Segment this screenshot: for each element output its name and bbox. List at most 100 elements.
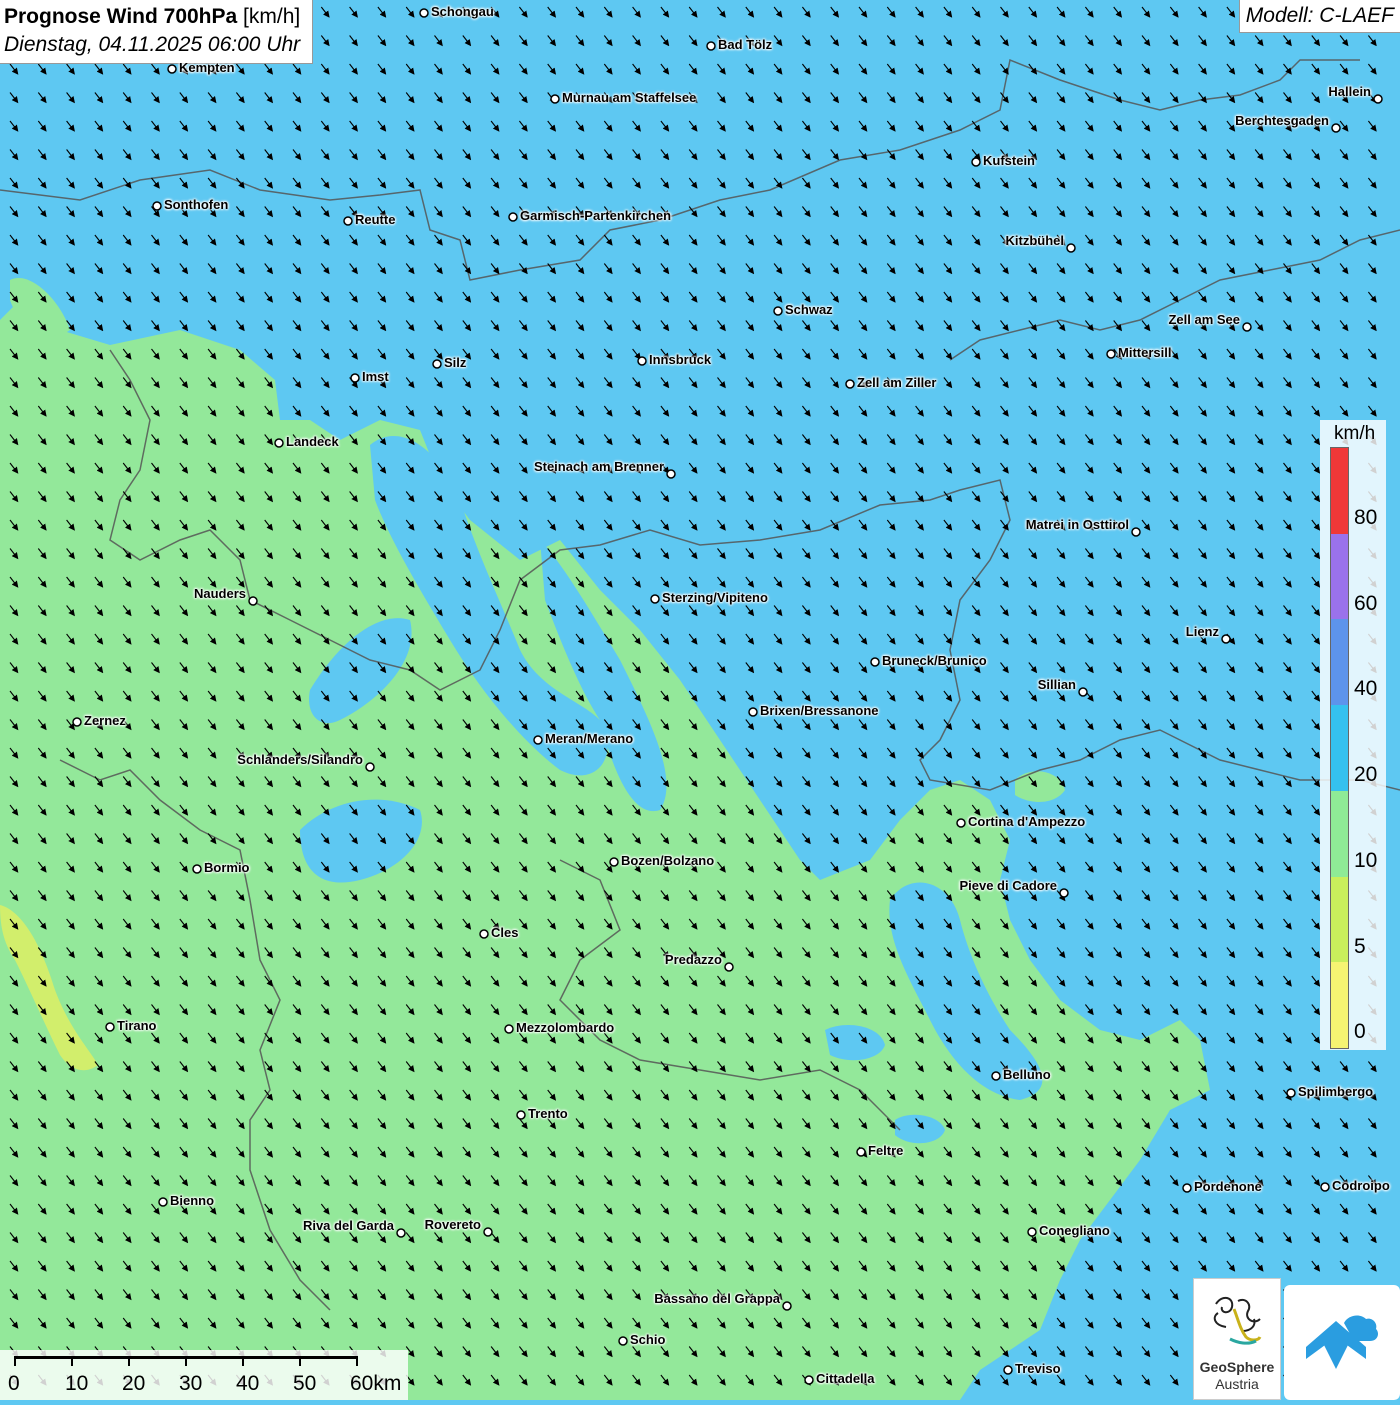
city-dot bbox=[350, 373, 360, 383]
city-dot bbox=[1078, 687, 1088, 697]
city-dot bbox=[1242, 322, 1252, 332]
city-label: Trento bbox=[528, 1106, 568, 1121]
city-dot bbox=[637, 356, 647, 366]
city-label: Murnau am Staffelsee bbox=[562, 90, 697, 105]
scale-label: 0 bbox=[8, 1372, 20, 1395]
city-dot bbox=[248, 596, 258, 606]
legend-color-bar bbox=[1330, 447, 1349, 1049]
city-label: Pieve di Cadore bbox=[959, 878, 1057, 893]
city-dot bbox=[1320, 1182, 1330, 1192]
city-label: Sonthofen bbox=[164, 197, 229, 212]
legend-label: 80 bbox=[1354, 506, 1378, 529]
city-label: Riva del Garda bbox=[302, 1218, 394, 1233]
legend-label: 40 bbox=[1354, 677, 1378, 701]
legend-swatch bbox=[1331, 790, 1348, 877]
city-dot bbox=[504, 1024, 514, 1034]
city-label: Rovereto bbox=[424, 1217, 481, 1232]
city-dot bbox=[856, 1147, 866, 1157]
city-label: Kempten bbox=[179, 60, 235, 75]
city-dot bbox=[609, 857, 619, 867]
city-label: Cittadella bbox=[816, 1371, 875, 1386]
city-label: Zell am See bbox=[1168, 312, 1240, 327]
city-label: Predazzo bbox=[664, 952, 722, 967]
city-label: Silz bbox=[444, 355, 467, 370]
city-dot bbox=[274, 438, 284, 448]
city-dot bbox=[508, 212, 518, 222]
city-dot bbox=[650, 594, 660, 604]
city-label: Berchtesgaden bbox=[1235, 113, 1329, 128]
city-dot bbox=[479, 929, 489, 939]
city-label: Pordenone bbox=[1194, 1179, 1262, 1194]
city-dot bbox=[419, 8, 429, 18]
weather-app-icon bbox=[1306, 1315, 1378, 1369]
city-label: Lienz bbox=[1185, 624, 1219, 639]
city-dot bbox=[1182, 1183, 1192, 1193]
map-title-unit: [km/h] bbox=[243, 5, 301, 28]
city-label: Mittersill bbox=[1118, 345, 1172, 360]
legend-swatch bbox=[1331, 962, 1348, 1048]
city-label: Hallein bbox=[1328, 84, 1371, 99]
city-dot bbox=[1373, 94, 1383, 104]
city-dot bbox=[483, 1227, 493, 1237]
legend-swatch bbox=[1331, 705, 1348, 791]
city-label: Spilimbergo bbox=[1298, 1084, 1374, 1099]
city-label: Codroipo bbox=[1332, 1178, 1390, 1193]
legend-swatch bbox=[1331, 619, 1348, 706]
city-label: Zernez bbox=[84, 713, 126, 728]
city-dot bbox=[158, 1197, 168, 1207]
legend-unit: km/h bbox=[1334, 423, 1376, 444]
city-label: Sterzing/Vipiteno bbox=[662, 590, 768, 605]
geosphere-logo-line1: GeoSphere bbox=[1199, 1359, 1275, 1375]
city-dot bbox=[804, 1375, 814, 1385]
legend-label: 0 bbox=[1354, 1020, 1366, 1044]
model-label: Modell: C-LAEF bbox=[1238, 0, 1400, 33]
city-label: Mezzolombardo bbox=[516, 1020, 615, 1035]
city-label: Meran/Merano bbox=[545, 731, 634, 746]
city-label: Schwaz bbox=[785, 302, 833, 317]
city-dot bbox=[152, 201, 162, 211]
city-label: Kufstein bbox=[983, 153, 1035, 168]
legend-swatch bbox=[1331, 533, 1348, 620]
city-label: Nauders bbox=[193, 586, 246, 601]
scale-label: 10 bbox=[65, 1372, 89, 1395]
legend-swatch bbox=[1331, 448, 1348, 534]
geosphere-emblem-icon bbox=[1213, 1296, 1262, 1345]
city-label: Belluno bbox=[1003, 1067, 1051, 1082]
geosphere-austria-logo[interactable]: GeoSphere Austria bbox=[1193, 1278, 1281, 1400]
city-dot bbox=[365, 762, 375, 772]
city-label: Imst bbox=[362, 369, 389, 384]
scale-label: 60km bbox=[350, 1372, 402, 1395]
scale-label: 20 bbox=[122, 1372, 146, 1395]
scale-label: 50 bbox=[293, 1372, 317, 1395]
city-dot bbox=[1106, 349, 1116, 359]
legend-label: 5 bbox=[1354, 934, 1366, 958]
city-dot bbox=[1003, 1365, 1013, 1375]
city-label: Cortina d'Ampezzo bbox=[968, 814, 1086, 829]
city-dot bbox=[550, 94, 560, 104]
city-dot bbox=[706, 41, 716, 51]
city-label: Conegliano bbox=[1039, 1223, 1110, 1238]
city-label: Treviso bbox=[1015, 1361, 1061, 1376]
weather-app-logo[interactable] bbox=[1284, 1285, 1400, 1400]
city-label: Cles bbox=[491, 925, 519, 940]
city-label: Zell am Ziller bbox=[857, 375, 937, 390]
city-dot bbox=[666, 469, 676, 479]
city-dot bbox=[432, 359, 442, 369]
city-dot bbox=[991, 1071, 1001, 1081]
legend-label: 20 bbox=[1354, 763, 1378, 787]
scale-label: 30 bbox=[179, 1372, 203, 1395]
city-dot bbox=[72, 717, 82, 727]
city-dot bbox=[396, 1228, 406, 1238]
city-label: Steinach am Brenner bbox=[533, 459, 664, 474]
legend-label: 60 bbox=[1354, 591, 1378, 615]
city-dot bbox=[167, 64, 177, 74]
city-dot bbox=[870, 657, 880, 667]
forecast-date: Dienstag, 04.11.2025 06:00 Uhr bbox=[4, 33, 301, 56]
city-dot bbox=[724, 962, 734, 972]
scale-tick bbox=[242, 1356, 244, 1366]
legend-label: 10 bbox=[1354, 848, 1378, 872]
scale-tick bbox=[299, 1356, 301, 1366]
city-label: Sillian bbox=[1037, 677, 1076, 692]
city-label: Garmisch-Partenkirchen bbox=[520, 208, 672, 223]
city-label: Schlanders/Silandro bbox=[237, 752, 363, 767]
